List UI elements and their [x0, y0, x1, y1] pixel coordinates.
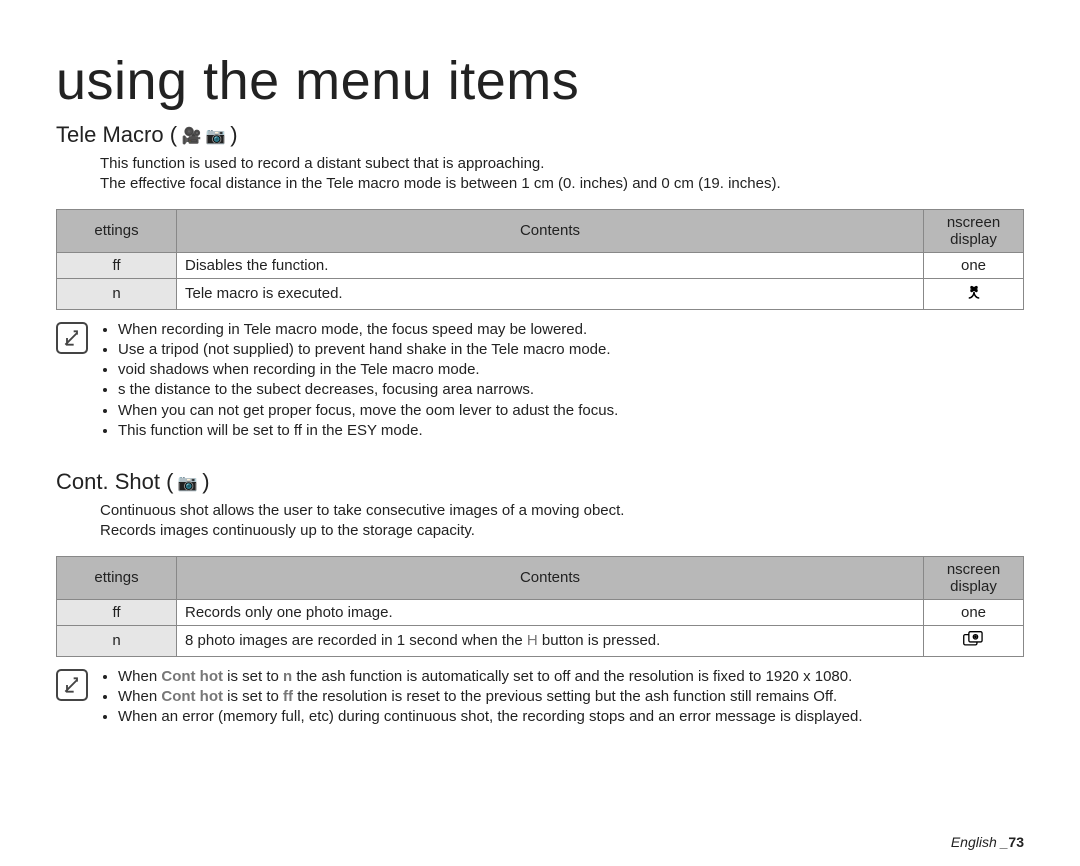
cell-content-photo-key: H: [527, 632, 538, 649]
video-icon: 🎥: [182, 128, 202, 145]
section2-description: Continuous shot allows the user to take …: [100, 501, 1024, 542]
cell-content-suffix: button is pressed.: [538, 632, 661, 649]
note-line: void shadows when recording in the Tele …: [118, 360, 618, 380]
cell-display: one: [924, 599, 1024, 625]
cell-content-prefix: 8 photo images are recorded in 1 second …: [185, 632, 527, 649]
section1-title-text: Tele Macro (: [56, 122, 177, 147]
section2-title-text: Cont. Shot (: [56, 469, 173, 494]
note-line: When Cont hot is set to ff the resolutio…: [118, 687, 863, 707]
cell-content: Records only one photo image.: [177, 599, 924, 625]
camera-icon: 📷: [178, 475, 198, 492]
note-line: When an error (memory full, etc) during …: [118, 707, 863, 727]
table-row: ff Records only one photo image. one: [57, 599, 1024, 625]
section1-desc-line2: The effective focal distance in the Tele…: [100, 174, 1024, 194]
section2-note-body: When Cont hot is set to n the ash functi…: [100, 667, 863, 728]
section1-note: When recording in Tele macro mode, the f…: [56, 320, 1024, 442]
note-line: When recording in Tele macro mode, the f…: [118, 320, 618, 340]
th-contents: Contents: [177, 209, 924, 252]
section1-note-body: When recording in Tele macro mode, the f…: [100, 320, 618, 442]
cell-setting: n: [57, 278, 177, 309]
cell-display-icon: [924, 278, 1024, 309]
th-settings: ettings: [57, 209, 177, 252]
section-tele-macro-title: Tele Macro ( 🎥 📷 ): [56, 122, 1024, 148]
page-title: using the menu items: [56, 50, 1024, 112]
table-row: n 8 photo images are recorded in 1 secon…: [57, 625, 1024, 656]
note-line: When you can not get proper focus, move …: [118, 401, 618, 421]
note-icon: [56, 669, 88, 701]
th-settings: ettings: [57, 556, 177, 599]
section1-title-close: ): [230, 122, 237, 147]
th-display: nscreen display: [924, 209, 1024, 252]
note-line: s the distance to the subect decreases, …: [118, 380, 618, 400]
th-contents: Contents: [177, 556, 924, 599]
cell-content: Disables the function.: [177, 252, 924, 278]
note-line: Use a tripod (not supplied) to prevent h…: [118, 340, 618, 360]
section1-mode-icons: 🎥 📷: [177, 128, 230, 145]
section2-mode-icons: 📷: [173, 475, 202, 492]
cell-setting: ff: [57, 252, 177, 278]
cell-content: Tele macro is executed.: [177, 278, 924, 309]
contshot-icon: [963, 630, 985, 648]
manual-page: using the menu items Tele Macro ( 🎥 📷 ) …: [0, 0, 1080, 866]
cont-shot-table: ettings Contents nscreen display ff Reco…: [56, 556, 1024, 657]
note-icon: [56, 322, 88, 354]
section2-title-close: ): [202, 469, 209, 494]
cell-content: 8 photo images are recorded in 1 second …: [177, 625, 924, 656]
th-display: nscreen display: [924, 556, 1024, 599]
cell-display-icon: [924, 625, 1024, 656]
section2-note: When Cont hot is set to n the ash functi…: [56, 667, 1024, 728]
page-footer: English _73: [951, 834, 1024, 850]
section-cont-shot-title: Cont. Shot ( 📷 ): [56, 469, 1024, 495]
table-row: ff Disables the function. one: [57, 252, 1024, 278]
section2-desc-line1: Continuous shot allows the user to take …: [100, 501, 1024, 521]
flower-icon: [965, 283, 983, 301]
section1-desc-line1: This function is used to record a distan…: [100, 154, 1024, 174]
section1-description: This function is used to record a distan…: [100, 154, 1024, 195]
footer-language: English _: [951, 834, 1009, 850]
footer-page-number: 73: [1008, 834, 1024, 850]
section2-desc-line2: Records images continuously up to the st…: [100, 521, 1024, 541]
camera-icon: 📷: [206, 128, 226, 145]
note-line: This function will be set to ff in the E…: [118, 421, 618, 441]
note-line: When Cont hot is set to n the ash functi…: [118, 667, 863, 687]
tele-macro-table: ettings Contents nscreen display ff Disa…: [56, 209, 1024, 310]
cell-setting: ff: [57, 599, 177, 625]
cell-setting: n: [57, 625, 177, 656]
cell-display: one: [924, 252, 1024, 278]
table-row: n Tele macro is executed.: [57, 278, 1024, 309]
